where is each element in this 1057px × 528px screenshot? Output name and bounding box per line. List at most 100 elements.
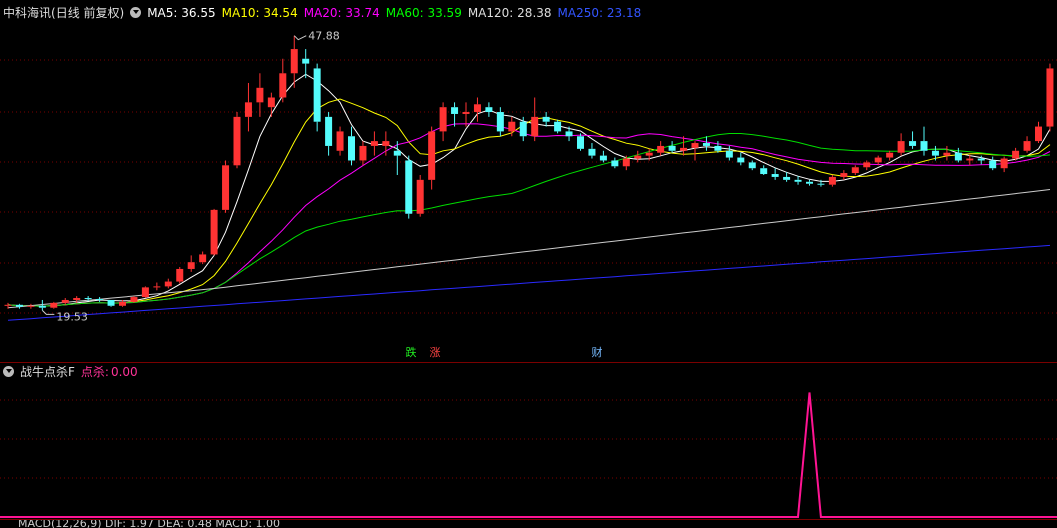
candle bbox=[748, 160, 756, 171]
sub-indicator-chart[interactable] bbox=[0, 362, 1057, 520]
ma60-line bbox=[7, 133, 1051, 307]
candle bbox=[874, 155, 882, 166]
candle bbox=[840, 170, 848, 180]
candle bbox=[141, 286, 149, 299]
candle bbox=[851, 165, 859, 175]
main-chart-header: 中科海讯(日线 前复权) MA5: 36.55 MA10: 34.54 MA20: 3… bbox=[3, 4, 647, 22]
chart-mode: (日线 前复权) bbox=[51, 6, 125, 20]
candle bbox=[691, 141, 699, 161]
ma10-line bbox=[7, 98, 1051, 307]
candle bbox=[760, 165, 768, 175]
candle bbox=[199, 251, 207, 265]
candle bbox=[1000, 156, 1008, 173]
high-pointer bbox=[293, 35, 307, 41]
candle bbox=[27, 303, 35, 309]
candle bbox=[680, 136, 688, 156]
candle bbox=[210, 208, 218, 256]
ma120-line bbox=[7, 189, 1051, 309]
price-grid bbox=[0, 59, 1057, 314]
ma20-label: MA20: 33.74 bbox=[303, 6, 380, 20]
candle bbox=[577, 133, 584, 151]
candle bbox=[222, 160, 230, 213]
ma250-line bbox=[7, 244, 1051, 321]
candle bbox=[439, 102, 447, 142]
candle bbox=[473, 97, 481, 122]
candle bbox=[668, 141, 676, 153]
candle bbox=[886, 150, 894, 161]
candle bbox=[542, 112, 550, 127]
candle bbox=[164, 278, 172, 289]
candle bbox=[325, 112, 333, 156]
candle bbox=[348, 126, 355, 166]
candle bbox=[931, 145, 939, 161]
candle bbox=[313, 63, 321, 132]
ma5-line bbox=[7, 73, 1051, 307]
candle bbox=[1035, 121, 1042, 144]
candle bbox=[451, 102, 459, 127]
candle bbox=[416, 175, 424, 217]
candle bbox=[599, 150, 607, 163]
candle bbox=[302, 49, 310, 79]
candle bbox=[588, 143, 596, 159]
candle bbox=[554, 119, 562, 134]
candle bbox=[428, 126, 436, 190]
candle bbox=[897, 133, 905, 156]
stock-name: 中科海讯 bbox=[3, 6, 52, 20]
candle bbox=[1046, 63, 1054, 132]
candle bbox=[771, 168, 779, 180]
candle bbox=[702, 136, 710, 151]
macd-text: MACD(12,26,9) DIF: 1.97 DEA: 0.48 MACD: … bbox=[18, 520, 281, 528]
indicator-dropdown-icon[interactable] bbox=[130, 7, 142, 18]
candlestick-chart[interactable]: 47.88 19.53 bbox=[0, 0, 1057, 362]
candle bbox=[725, 145, 733, 161]
candle bbox=[485, 102, 493, 117]
candle bbox=[15, 303, 23, 309]
high-price-label: 47.88 bbox=[308, 30, 340, 43]
candle bbox=[256, 73, 264, 117]
candles-group bbox=[4, 35, 1054, 311]
candle bbox=[336, 126, 344, 156]
candle bbox=[96, 297, 104, 302]
moving-average-lines bbox=[7, 73, 1051, 321]
ma120-label: MA120: 28.38 bbox=[467, 6, 552, 20]
candle bbox=[1023, 136, 1031, 153]
macd-header: MACD(12,26,9) DIF: 1.97 DEA: 0.48 MACD: … bbox=[0, 520, 1057, 528]
candle bbox=[462, 102, 470, 127]
candle bbox=[405, 155, 413, 219]
candle bbox=[806, 179, 813, 186]
candle bbox=[989, 156, 997, 171]
candle bbox=[130, 296, 138, 303]
spike-line bbox=[0, 392, 1057, 518]
ma10-label: MA10: 34.54 bbox=[221, 6, 298, 20]
candle bbox=[634, 150, 642, 163]
candle bbox=[370, 131, 378, 156]
candle bbox=[611, 157, 619, 169]
marker-fall[interactable]: 跌 bbox=[403, 346, 419, 360]
candle bbox=[50, 301, 58, 309]
sub-grid bbox=[0, 399, 1057, 479]
candle bbox=[714, 141, 722, 153]
candle bbox=[737, 152, 745, 166]
ma250-label: MA250: 23.18 bbox=[557, 6, 642, 20]
candle bbox=[107, 299, 115, 307]
ma5-label: MA5: 36.55 bbox=[147, 6, 216, 20]
candle bbox=[920, 126, 928, 156]
candle bbox=[244, 82, 252, 132]
candle bbox=[279, 58, 287, 103]
kill-signal-line bbox=[0, 392, 1057, 518]
low-price-label: 19.53 bbox=[56, 310, 88, 323]
candle bbox=[187, 255, 195, 272]
candle bbox=[531, 97, 539, 142]
ma60-label: MA60: 33.59 bbox=[385, 6, 462, 20]
candle bbox=[943, 145, 951, 161]
candle bbox=[496, 107, 504, 137]
candle bbox=[176, 267, 184, 284]
candle bbox=[657, 141, 665, 156]
marker-finance[interactable]: 财 bbox=[589, 346, 605, 360]
candle bbox=[233, 112, 241, 169]
low-pointer bbox=[41, 309, 55, 315]
candle bbox=[909, 131, 917, 149]
candle bbox=[153, 282, 161, 291]
marker-rise[interactable]: 涨 bbox=[427, 346, 443, 360]
candle bbox=[267, 92, 275, 117]
